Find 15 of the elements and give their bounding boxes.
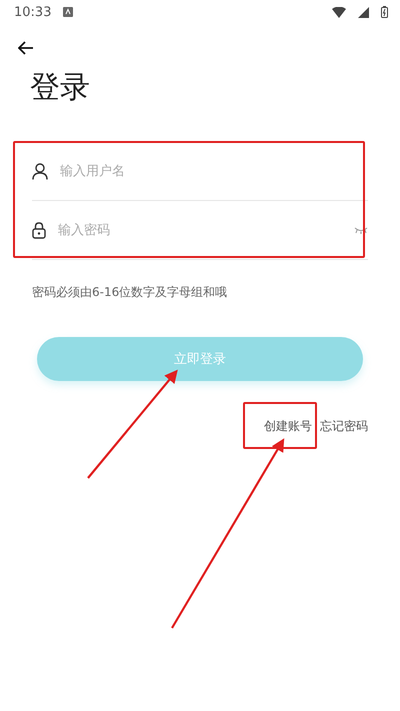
back-arrow-icon: [18, 41, 34, 55]
create-account-link[interactable]: 创建账号: [264, 418, 312, 435]
eye-closed-icon[interactable]: [354, 226, 368, 234]
battery-icon: [381, 6, 388, 18]
wifi-icon: [332, 6, 346, 18]
password-hint: 密码必须由6-16位数字及字母组和哦: [32, 284, 228, 301]
notification-icon: [63, 7, 74, 17]
status-time: 10:33: [14, 4, 52, 20]
password-field[interactable]: 输入密码: [56, 222, 344, 238]
user-icon: [32, 162, 48, 180]
signal-icon: [358, 6, 369, 18]
username-field[interactable]: 输入用户名: [58, 162, 368, 180]
forgot-password-link[interactable]: 忘记密码: [320, 418, 368, 435]
page-title: 登录: [30, 69, 91, 107]
lock-icon: [32, 222, 46, 238]
